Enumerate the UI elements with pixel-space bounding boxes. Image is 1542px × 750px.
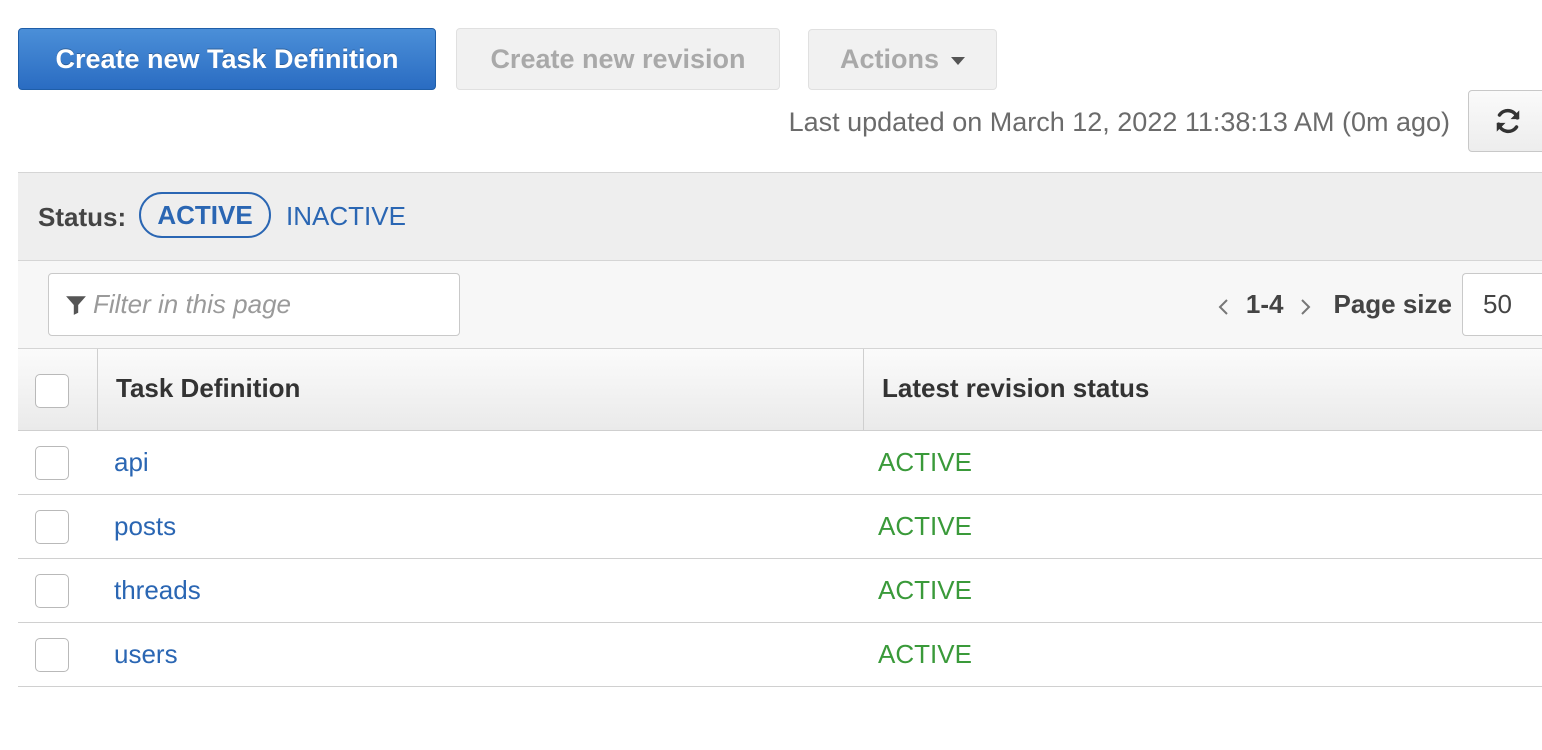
page-size-select[interactable]: 50 [1462, 273, 1542, 336]
create-revision-button[interactable]: Create new revision [456, 28, 780, 90]
actions-dropdown-button[interactable]: Actions [808, 29, 997, 90]
row-checkbox[interactable] [35, 638, 69, 672]
revision-status: ACTIVE [878, 639, 972, 669]
funnel-icon [66, 295, 86, 315]
task-definition-link[interactable]: api [114, 447, 149, 478]
revision-status: ACTIVE [878, 511, 972, 541]
create-task-definition-button[interactable]: Create new Task Definition [18, 28, 436, 90]
refresh-button[interactable] [1468, 90, 1542, 152]
filter-input[interactable] [93, 289, 433, 320]
row-checkbox[interactable] [35, 574, 69, 608]
task-definition-link[interactable]: users [114, 639, 178, 670]
previous-page-button[interactable] [1208, 287, 1238, 327]
chevron-right-icon [1301, 298, 1311, 315]
status-label: Status: [38, 202, 127, 232]
caret-down-icon [951, 56, 965, 65]
page-range: 1-4 [1245, 289, 1284, 319]
create-revision-label: Create new revision [490, 43, 746, 74]
pagination: 1-4 Page size 50 [1208, 273, 1542, 336]
revision-status: ACTIVE [878, 447, 972, 477]
status-active-toggle[interactable]: ACTIVE [139, 192, 271, 238]
last-updated-text: Last updated on March 12, 2022 11:38:13 … [788, 107, 1450, 137]
status-active-label: ACTIVE [157, 199, 253, 230]
row-checkbox[interactable] [35, 510, 69, 544]
page-size-value: 50 [1483, 289, 1512, 319]
create-task-definition-label: Create new Task Definition [55, 43, 399, 74]
column-header-task-definition[interactable]: Task Definition [116, 373, 300, 404]
table-header: Task Definition Latest revision status [18, 349, 1542, 431]
table-row: api ACTIVE [18, 431, 1542, 495]
table-row: users ACTIVE [18, 623, 1542, 687]
page-size-label: Page size [1333, 289, 1452, 319]
column-header-latest-revision-status[interactable]: Latest revision status [882, 373, 1149, 404]
task-definition-link[interactable]: posts [114, 511, 176, 542]
row-checkbox[interactable] [35, 446, 69, 480]
filter-field[interactable] [48, 273, 460, 336]
column-divider [97, 349, 98, 430]
filter-row: 1-4 Page size 50 [18, 261, 1542, 349]
select-all-checkbox[interactable] [35, 374, 69, 408]
status-inactive-toggle[interactable]: INACTIVE [286, 201, 406, 232]
next-page-button[interactable] [1291, 287, 1321, 327]
table-row: posts ACTIVE [18, 495, 1542, 559]
task-definition-link[interactable]: threads [114, 575, 201, 606]
actions-label: Actions [839, 44, 939, 74]
refresh-icon [1496, 108, 1520, 134]
task-definitions-page: Create new Task Definition Create new re… [0, 0, 1542, 750]
column-divider [863, 349, 864, 430]
chevron-left-icon [1218, 298, 1228, 315]
table-row: threads ACTIVE [18, 559, 1542, 623]
status-filter-bar: Status: ACTIVE INACTIVE [18, 172, 1542, 261]
revision-status: ACTIVE [878, 575, 972, 605]
